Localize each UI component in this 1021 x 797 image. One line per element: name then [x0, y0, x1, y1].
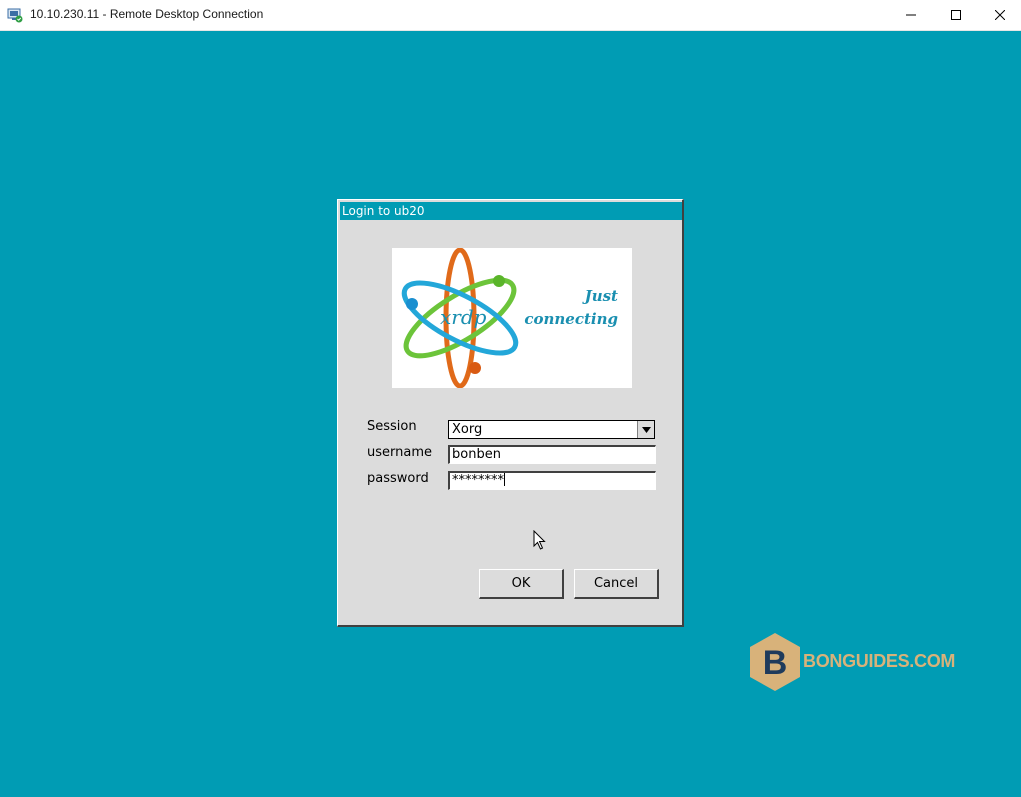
session-value: Xorg — [452, 422, 483, 437]
close-button[interactable] — [977, 0, 1021, 30]
window-titlebar[interactable]: 10.10.230.11 - Remote Desktop Connection — [0, 0, 1021, 31]
svg-text:B: B — [763, 644, 788, 682]
close-icon — [995, 10, 1005, 20]
bonguides-watermark: B BONGUIDES.COM — [748, 632, 955, 692]
xrdp-logo: xrdp Just connecting — [392, 248, 632, 388]
ok-button[interactable]: OK — [479, 569, 564, 599]
svg-text:connecting: connecting — [524, 310, 618, 328]
svg-text:xrdp: xrdp — [440, 305, 487, 329]
minimize-button[interactable] — [888, 0, 934, 30]
username-value: bonben — [452, 447, 501, 462]
cancel-button[interactable]: Cancel — [574, 569, 659, 599]
minimize-icon — [906, 14, 916, 16]
text-caret — [504, 473, 505, 486]
chevron-down-icon[interactable] — [637, 421, 654, 438]
xrdp-atom-logo-icon: xrdp Just connecting — [401, 248, 618, 388]
mouse-cursor-icon — [533, 529, 547, 554]
maximize-icon — [951, 10, 961, 20]
password-value: ******** — [452, 473, 504, 488]
password-field[interactable]: ******** — [448, 471, 656, 490]
login-dialog: Login to ub20 xrdp Just connecting Sessi… — [337, 199, 684, 627]
username-field[interactable]: bonben — [448, 445, 656, 464]
bonguides-logo-icon: B — [750, 633, 800, 691]
session-label: Session — [367, 419, 417, 434]
session-select[interactable]: Xorg — [448, 420, 655, 439]
window-title: 10.10.230.11 - Remote Desktop Connection — [30, 7, 264, 21]
dialog-title: Login to ub20 — [342, 204, 425, 218]
watermark-text: BONGUIDES.COM — [803, 651, 956, 671]
maximize-button[interactable] — [933, 0, 979, 30]
username-label: username — [367, 445, 432, 460]
remote-desktop-icon — [7, 7, 23, 23]
password-label: password — [367, 471, 429, 486]
svg-text:Just: Just — [582, 287, 618, 305]
dialog-titlebar[interactable]: Login to ub20 — [340, 202, 682, 220]
